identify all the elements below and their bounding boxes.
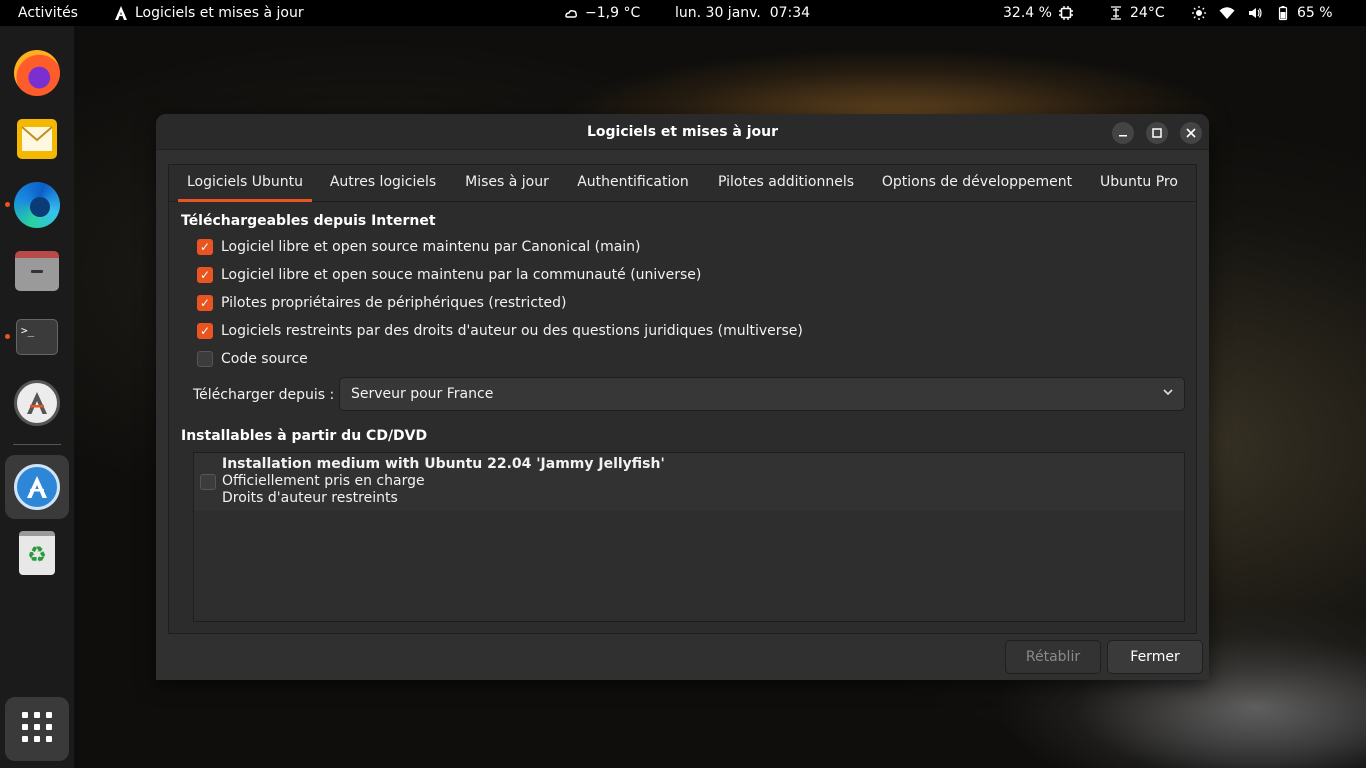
- minimize-button[interactable]: [1112, 122, 1134, 144]
- tab-logiciels-ubuntu[interactable]: Logiciels Ubuntu: [178, 165, 312, 202]
- checkbox-checked[interactable]: ✓: [197, 295, 213, 311]
- tab-bar: Logiciels Ubuntu Autres logiciels Mises …: [169, 165, 1196, 202]
- dock-edge[interactable]: [5, 173, 69, 237]
- tab-pilotes-additionnels[interactable]: Pilotes additionnels: [711, 165, 861, 202]
- cd-source-list: Installation medium with Ubuntu 22.04 'J…: [193, 452, 1185, 622]
- dock-files[interactable]: [5, 239, 69, 303]
- firefox-icon: [14, 50, 60, 96]
- tab-options-developpement[interactable]: Options de développement: [879, 165, 1075, 202]
- show-apps-button[interactable]: [5, 697, 69, 761]
- cd-section-title: Installables à partir du CD/DVD: [181, 428, 428, 444]
- cpu-indicator[interactable]: 32.4 %: [1003, 0, 1074, 26]
- cd-entry-title: Installation medium with Ubuntu 22.04 'J…: [222, 456, 665, 472]
- weather-icon: [563, 5, 579, 21]
- volume-icon: [1247, 5, 1263, 21]
- checkbox-checked[interactable]: ✓: [197, 239, 213, 255]
- close-icon: [1186, 128, 1196, 138]
- option-universe[interactable]: ✓ Logiciel libre et open souce maintenu …: [197, 265, 701, 285]
- checkbox-unchecked[interactable]: [197, 351, 213, 367]
- dock-software-properties[interactable]: [5, 455, 69, 519]
- maximize-icon: [1152, 128, 1162, 138]
- chevron-down-icon: [1162, 378, 1174, 410]
- tab-authentification[interactable]: Authentification: [573, 165, 693, 202]
- activities-button[interactable]: Activités: [18, 0, 78, 26]
- clock[interactable]: lun. 30 janv. 07:34: [675, 0, 810, 26]
- terminal-icon: >_: [16, 319, 58, 355]
- software-properties-window: Logiciels et mises à jour Logiciels Ubun…: [156, 114, 1209, 680]
- software-properties-icon: [113, 5, 129, 21]
- weather-indicator[interactable]: −1,9 °C: [563, 0, 640, 26]
- edge-icon: [14, 182, 60, 228]
- software-properties-icon: [14, 464, 60, 510]
- dock-firefox[interactable]: [5, 41, 69, 105]
- download-from-label: Télécharger depuis :: [193, 387, 335, 403]
- cd-entry-support: Officiellement pris en charge: [222, 473, 425, 489]
- temperature-indicator[interactable]: 24°C: [1108, 0, 1165, 26]
- dock-mail[interactable]: [5, 107, 69, 171]
- brightness-icon: [1191, 5, 1207, 21]
- option-restricted[interactable]: ✓ Pilotes propriétaires de périphériques…: [197, 293, 566, 313]
- app-menu[interactable]: Logiciels et mises à jour: [113, 0, 304, 26]
- maximize-button[interactable]: [1146, 122, 1168, 144]
- files-icon: [15, 251, 59, 291]
- tab-autres-logiciels[interactable]: Autres logiciels: [325, 165, 441, 202]
- trash-icon: ♻: [19, 531, 55, 575]
- minimize-icon: [1119, 135, 1127, 137]
- dock-terminal[interactable]: >_: [5, 305, 69, 369]
- thermometer-icon: [1108, 5, 1124, 21]
- revert-button[interactable]: Rétablir: [1005, 640, 1101, 674]
- mail-icon: [17, 119, 57, 159]
- cd-entry-license: Droits d'auteur restreints: [222, 490, 398, 506]
- top-bar: Activités Logiciels et mises à jour −1,9…: [0, 0, 1366, 26]
- list-item[interactable]: Installation medium with Ubuntu 22.04 'J…: [194, 453, 1184, 511]
- option-source-code[interactable]: Code source: [197, 349, 308, 369]
- checkbox-checked[interactable]: ✓: [197, 267, 213, 283]
- cd-entry-text: Installation medium with Ubuntu 22.04 'J…: [222, 456, 665, 507]
- close-button[interactable]: Fermer: [1107, 640, 1203, 674]
- tab-mises-a-jour[interactable]: Mises à jour: [459, 165, 555, 202]
- settings-notebook: Logiciels Ubuntu Autres logiciels Mises …: [168, 164, 1197, 634]
- option-main[interactable]: ✓ Logiciel libre et open source maintenu…: [197, 237, 641, 257]
- wifi-icon: [1219, 5, 1235, 21]
- dock-separator: [13, 444, 61, 445]
- internet-section-title: Téléchargeables depuis Internet: [181, 213, 436, 229]
- checkbox-checked[interactable]: ✓: [197, 323, 213, 339]
- close-window-button[interactable]: [1180, 122, 1202, 144]
- battery-icon: [1275, 5, 1291, 21]
- checkbox-unchecked[interactable]: [200, 474, 216, 490]
- apps-grid-icon: [21, 711, 53, 747]
- download-server-select[interactable]: Serveur pour France: [339, 377, 1185, 411]
- system-tray[interactable]: 65 %: [1191, 0, 1333, 26]
- option-multiverse[interactable]: ✓ Logiciels restreints par des droits d'…: [197, 321, 803, 341]
- dock-software-updater[interactable]: [5, 371, 69, 435]
- cpu-icon: [1058, 5, 1074, 21]
- software-updater-icon: [14, 380, 60, 426]
- window-titlebar[interactable]: Logiciels et mises à jour: [156, 114, 1209, 150]
- window-title: Logiciels et mises à jour: [586, 124, 779, 140]
- download-server-value: Serveur pour France: [351, 386, 494, 402]
- dock: >_ ♻: [0, 26, 74, 768]
- dock-trash[interactable]: ♻: [5, 521, 69, 585]
- tab-ubuntu-pro[interactable]: Ubuntu Pro: [1094, 165, 1184, 202]
